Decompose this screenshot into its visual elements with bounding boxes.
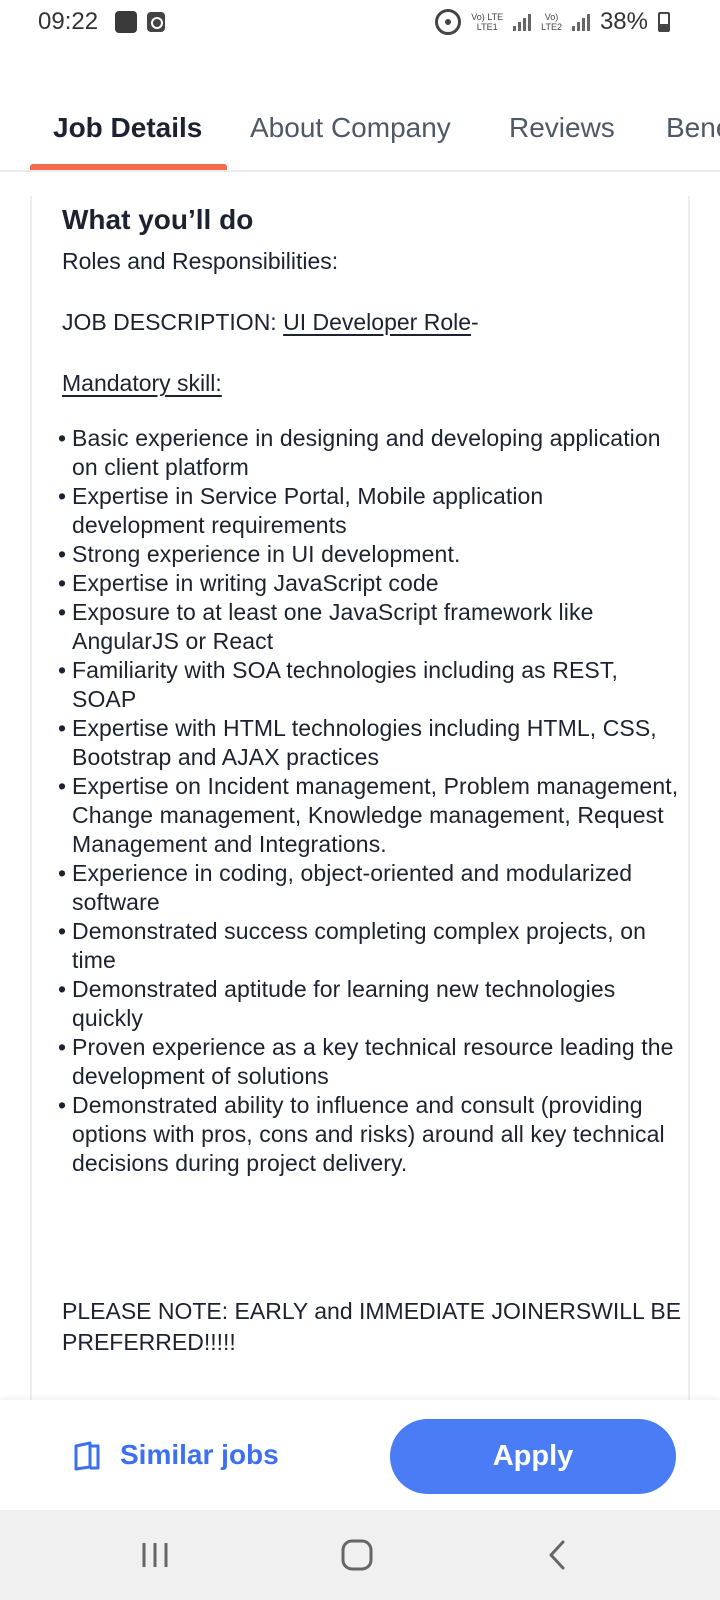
job-description-role: UI Developer Role [283, 309, 472, 335]
hotspot-icon [435, 9, 462, 35]
job-details-card: What you’ll do Roles and Responsibilitie… [30, 196, 690, 1400]
status-time: 09:22 [38, 8, 99, 35]
similar-jobs-button[interactable]: Similar jobs [70, 1420, 279, 1490]
mandatory-skill-label: Mandatory skill: [62, 370, 222, 396]
roles-heading: Roles and Responsibilities: [62, 248, 339, 274]
signal-2-icon [571, 13, 590, 31]
network-1-label: Vo) LTE LTE1 [471, 12, 504, 32]
bottom-action-bar: Similar jobs Apply [0, 1400, 720, 1510]
list-item: Demonstrated ability to influence and co… [58, 1091, 682, 1178]
tab-bar: Job Details About Company Reviews Benefi… [0, 100, 720, 172]
app-notification-icon [115, 11, 137, 33]
status-bar: 09:22 Vo) LTE LTE1 Vo) LTE2 38% [0, 0, 720, 48]
tab-benefits[interactable]: Benefits [666, 112, 720, 144]
list-item: Familiarity with SOA technologies includ… [58, 656, 682, 714]
note-text: PLEASE NOTE: EARLY and IMMEDIATE JOINERS… [62, 1298, 682, 1355]
similar-jobs-label: Similar jobs [120, 1439, 279, 1470]
tab-reviews[interactable]: Reviews [509, 112, 615, 144]
job-description-suffix: - [471, 309, 479, 335]
list-item: Expertise in Service Portal, Mobile appl… [58, 482, 682, 540]
status-indicators: Vo) LTE LTE1 Vo) LTE2 38% [435, 8, 670, 36]
section-title: What you’ll do [62, 204, 254, 235]
network-2-label: Vo) LTE2 [541, 12, 562, 32]
list-item: Experience in coding, object-oriented an… [58, 859, 682, 917]
list-item: Expertise in writing JavaScript code [58, 569, 682, 598]
battery-icon [658, 12, 670, 32]
list-item: Exposure to at least one JavaScript fram… [58, 598, 682, 656]
list-item: Strong experience in UI development. [58, 540, 682, 569]
list-item: Expertise on Incident management, Proble… [58, 772, 682, 859]
list-item: Expertise with HTML technologies includi… [58, 714, 682, 772]
tab-about-company[interactable]: About Company [250, 112, 451, 144]
list-item: Demonstrated success completing complex … [58, 917, 682, 975]
skills-list: Basic experience in designing and develo… [58, 424, 682, 1178]
apply-button[interactable]: Apply [390, 1419, 676, 1494]
active-tab-indicator [30, 164, 227, 170]
back-icon [549, 1540, 565, 1570]
recents-button[interactable] [95, 1510, 215, 1600]
home-button[interactable] [297, 1510, 417, 1600]
signal-1-icon [513, 13, 532, 31]
copy-icon [70, 1438, 104, 1472]
tab-job-details[interactable]: Job Details [53, 112, 202, 144]
list-item: Basic experience in designing and develo… [58, 424, 682, 482]
home-icon [341, 1539, 373, 1571]
list-item: Proven experience as a key technical res… [58, 1033, 682, 1091]
job-description-prefix: JOB DESCRIPTION: [62, 309, 284, 335]
clock-notification-icon [147, 12, 165, 32]
back-button[interactable] [497, 1510, 617, 1600]
list-item: Demonstrated aptitude for learning new t… [58, 975, 682, 1033]
job-description-line: JOB DESCRIPTION: UI Developer Role- [62, 309, 479, 336]
system-nav-bar [0, 1510, 720, 1600]
recents-icon [142, 1543, 168, 1567]
battery-percent: 38% [599, 8, 648, 35]
